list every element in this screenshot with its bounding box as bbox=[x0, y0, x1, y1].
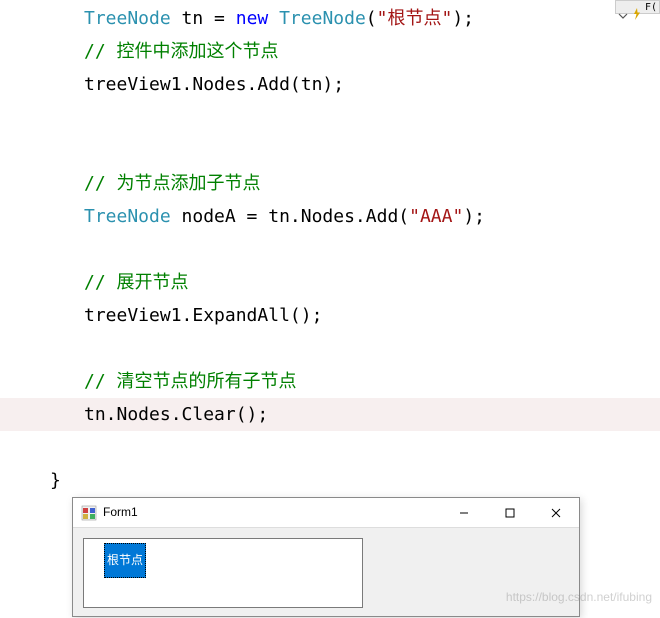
comment-token: // 控件中添加这个节点 bbox=[84, 41, 279, 62]
code-line bbox=[84, 233, 660, 266]
code-line-current: tn.Nodes.Clear(); bbox=[0, 398, 660, 431]
watermark: https://blog.csdn.net/ifubing bbox=[506, 581, 652, 614]
code-line: // 控件中添加这个节点 bbox=[84, 35, 660, 68]
close-button[interactable] bbox=[533, 498, 579, 527]
string-token: "根节点" bbox=[377, 8, 453, 29]
code-line: // 为节点添加子节点 bbox=[84, 167, 660, 200]
titlebar[interactable]: Form1 bbox=[73, 498, 579, 528]
minimize-button[interactable] bbox=[441, 498, 487, 527]
code-line bbox=[84, 431, 660, 464]
comment-token: // 清空节点的所有子节点 bbox=[84, 371, 297, 392]
form-window: Form1 ▸ 根节点 bbox=[72, 497, 580, 617]
code-line: TreeNode tn = new TreeNode("根节点"); bbox=[84, 2, 660, 35]
code-line: treeView1.Nodes.Add(tn); bbox=[84, 68, 660, 101]
tree-item-label: 根节点 bbox=[104, 543, 146, 578]
code-line: TreeNode nodeA = tn.Nodes.Add("AAA"); bbox=[84, 200, 660, 233]
type-token: TreeNode bbox=[279, 8, 366, 29]
top-right-label: F( bbox=[645, 0, 657, 24]
code-editor[interactable]: TreeNode tn = new TreeNode("根节点"); // 控件… bbox=[0, 0, 660, 497]
maximize-button[interactable] bbox=[487, 498, 533, 527]
code-line bbox=[84, 332, 660, 365]
form-title: Form1 bbox=[103, 496, 441, 529]
comment-token: // 展开节点 bbox=[84, 272, 189, 293]
tree-root-item[interactable]: ▸ 根节点 bbox=[90, 543, 356, 578]
top-control-bar: F( bbox=[615, 0, 660, 14]
code-line: // 清空节点的所有子节点 bbox=[84, 365, 660, 398]
dropdown-icon[interactable] bbox=[618, 2, 628, 12]
keyword-token: new bbox=[236, 8, 269, 29]
form-app-icon bbox=[81, 505, 97, 521]
form-body: ▸ 根节点 bbox=[73, 528, 579, 616]
comment-token: // 为节点添加子节点 bbox=[84, 173, 261, 194]
code-line: // 展开节点 bbox=[84, 266, 660, 299]
type-token: TreeNode bbox=[84, 8, 171, 29]
code-line bbox=[84, 134, 660, 167]
treeview[interactable]: ▸ 根节点 bbox=[83, 538, 363, 608]
type-token: TreeNode bbox=[84, 206, 171, 227]
lightning-icon[interactable] bbox=[631, 1, 643, 13]
code-line: treeView1.ExpandAll(); bbox=[84, 299, 660, 332]
string-token: "AAA" bbox=[409, 206, 463, 227]
window-controls bbox=[441, 498, 579, 527]
code-line bbox=[84, 101, 660, 134]
closing-brace: } bbox=[50, 464, 660, 497]
